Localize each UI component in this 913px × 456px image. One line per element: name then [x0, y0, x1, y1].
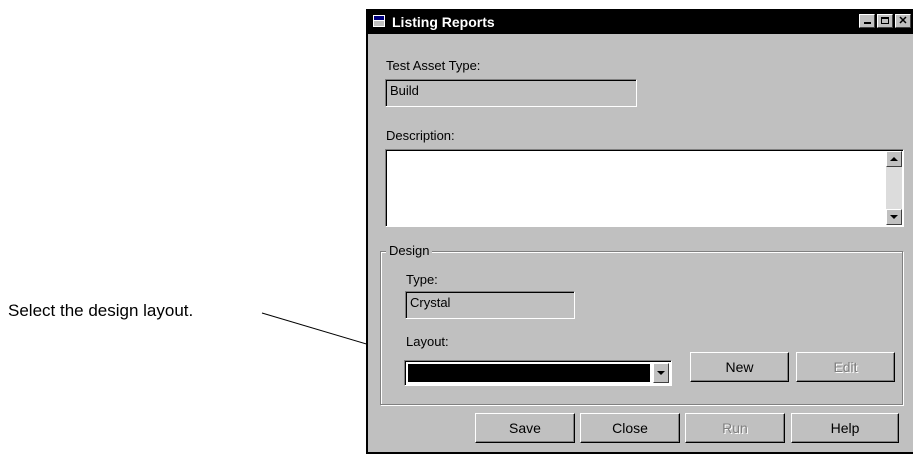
run-button[interactable]: Run — [685, 413, 785, 443]
arrow-up-icon — [890, 157, 898, 161]
test-asset-type-field: Build — [385, 79, 637, 107]
layout-label: Layout: — [406, 334, 449, 349]
new-button[interactable]: New — [690, 352, 789, 382]
scroll-up-button[interactable] — [886, 151, 902, 167]
layout-combobox[interactable] — [404, 360, 672, 386]
close-button[interactable]: Close — [580, 413, 680, 443]
close-window-button[interactable]: ✕ — [895, 14, 911, 28]
design-type-field: Crystal — [405, 291, 575, 319]
chevron-down-icon — [657, 371, 665, 375]
description-textarea[interactable] — [385, 149, 904, 227]
save-button[interactable]: Save — [475, 413, 575, 443]
help-button[interactable]: Help — [791, 413, 899, 443]
listing-reports-dialog: Listing Reports ✕ Test Asset Type: Build… — [366, 9, 913, 454]
title-bar[interactable]: Listing Reports ✕ — [368, 10, 913, 34]
layout-selected-value — [408, 364, 650, 382]
window-title: Listing Reports — [392, 14, 495, 30]
description-scrollbar[interactable] — [886, 151, 902, 225]
scroll-down-button[interactable] — [886, 209, 902, 225]
description-label: Description: — [386, 128, 455, 143]
callout-text: Select the design layout. — [8, 301, 194, 320]
test-asset-type-label: Test Asset Type: — [386, 58, 481, 73]
edit-button[interactable]: Edit — [796, 352, 895, 382]
arrow-down-icon — [890, 215, 898, 219]
maximize-button[interactable] — [877, 14, 893, 28]
minimize-button[interactable] — [859, 14, 875, 28]
window-icon — [372, 14, 386, 28]
layout-dropdown-button[interactable] — [653, 363, 669, 383]
design-group-label: Design — [386, 243, 433, 258]
design-type-label: Type: — [406, 272, 438, 287]
